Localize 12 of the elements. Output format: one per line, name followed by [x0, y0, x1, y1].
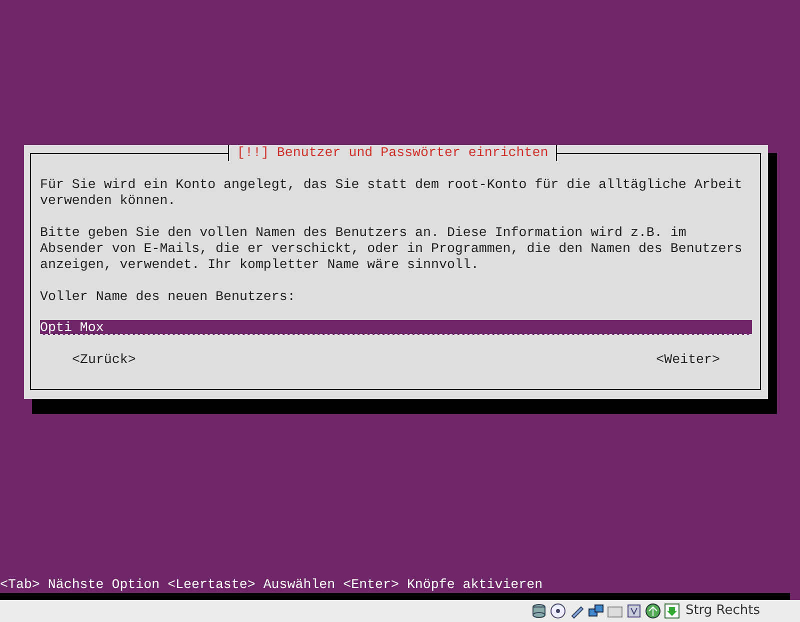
- dialog-button[interactable]: <Zurück>: [72, 352, 136, 368]
- paragraph: Bitte geben Sie den vollen Namen des Benutzers an. Diese Information wird z.B. im Absender von E-Mails, die er verschickt, oder in Programmen, die den Namen des Benutzers anzeigen, verwendet. Ihr kompletter Name wäre sinnvoll.: [40, 225, 744, 273]
- paragraph: Für Sie wird ein Konto angelegt, das Sie statt dem root-Konto für die alltägliche Arbeit verwenden können.: [40, 177, 744, 209]
- dialog-button[interactable]: <Weiter>: [656, 352, 720, 368]
- key-hint: <Tab> Nächste Option <Leertaste> Auswählen <Enter> Knöpfe aktivieren: [0, 577, 543, 593]
- field-label: Voller Name des neuen Benutzers:: [40, 289, 296, 305]
- network-icon[interactable]: [588, 603, 604, 619]
- dialog-title: [!!] Benutzer und Passwörter einrichten: [228, 145, 558, 161]
- disk-icon[interactable]: [531, 603, 548, 619]
- input-field[interactable]: Opti Mox: [40, 320, 752, 335]
- host-key-label: Strg Rechts: [685, 602, 760, 620]
- cd-icon[interactable]: [550, 603, 566, 619]
